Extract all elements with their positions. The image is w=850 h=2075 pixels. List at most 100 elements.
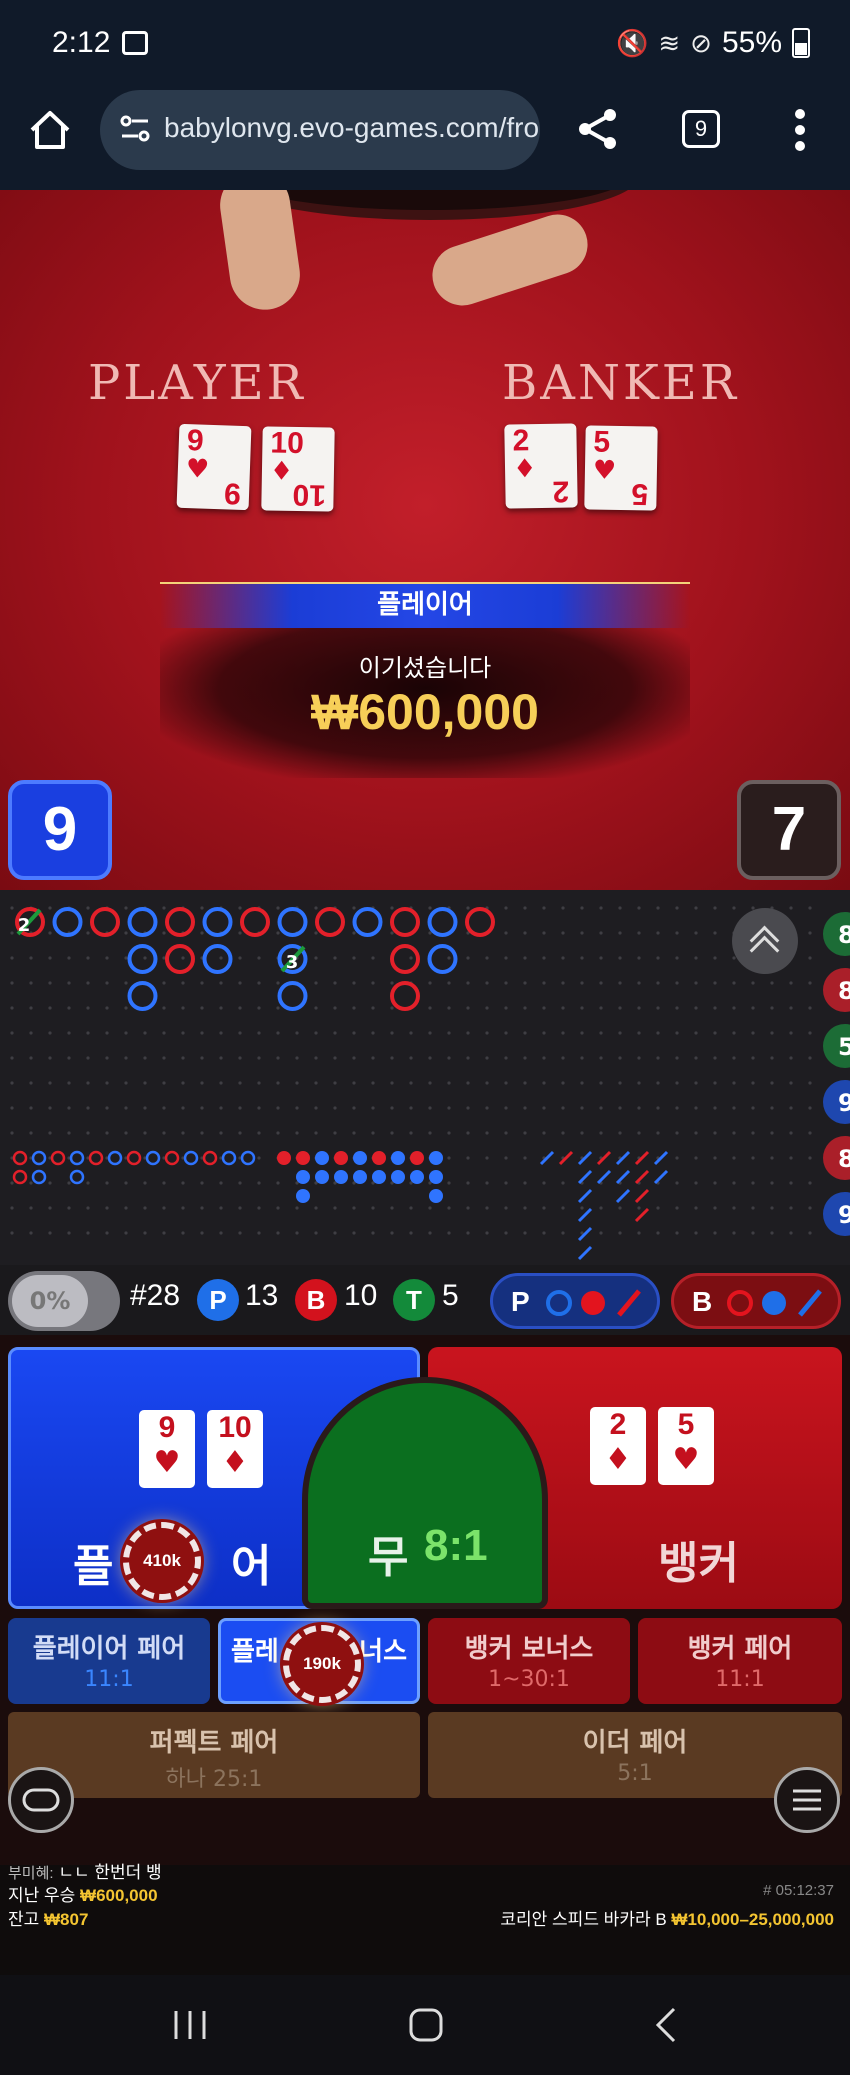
grid-dot [694,981,698,985]
player-pair-bet[interactable]: 플레이어 페어 11:1 [8,1618,210,1704]
tie-bet-spot[interactable]: 무 8:1 [302,1377,548,1609]
grid-dot [428,1031,432,1035]
grid-dot [371,1056,375,1060]
grid-dot [10,931,14,935]
grid-dot [124,1056,128,1060]
grid-dot [713,931,717,935]
player-bet-chip[interactable]: 410k [123,1522,201,1600]
grid-dot [675,931,679,935]
grid-dot [751,1031,755,1035]
grid-dot [637,1206,641,1210]
grid-dot [447,1206,451,1210]
big-road-mark [427,944,458,974]
percent-toggle[interactable]: 0% [8,1271,120,1331]
player-score: 9 [8,780,112,880]
grid-dot [770,1231,774,1235]
grid-dot [808,1206,812,1210]
small-road-mark [12,1169,28,1185]
grid-dot [333,1206,337,1210]
grid-dot [542,1131,546,1135]
grid-dot [713,1031,717,1035]
grid-dot [466,981,470,985]
grid-dot [523,956,527,960]
roadmap-scoreboard[interactable]: 2 3 8 8 5 9 8 9 [0,890,850,1265]
recent-apps-icon[interactable] [174,2011,206,2039]
grid-dot [10,1081,14,1085]
grid-dot [200,1181,204,1185]
grid-dot [599,931,603,935]
grid-dot [637,1006,641,1010]
grid-dot [29,1131,33,1135]
banker-bonus-bet[interactable]: 뱅커 보너스 1~30:1 [428,1618,630,1704]
home-icon[interactable] [28,108,72,152]
grid-dot [276,1006,280,1010]
grid-dot [485,1081,489,1085]
back-nav-icon[interactable] [655,2007,676,2043]
grid-dot [124,906,128,910]
grid-dot [618,1206,622,1210]
home-nav-icon[interactable] [409,2008,443,2042]
grid-dot [143,1081,147,1085]
banker-pair-bet[interactable]: 뱅커 페어 11:1 [638,1618,842,1704]
grid-dot [789,1131,793,1135]
grid-dot [371,981,375,985]
win-message: 이기셨습니다 [358,654,492,682]
share-icon[interactable] [575,106,621,152]
banker-predict-button[interactable]: B [671,1273,841,1329]
grid-dot [390,1131,394,1135]
grid-dot [409,1081,413,1085]
grid-dot [732,1031,736,1035]
grid-dot [561,1206,565,1210]
grid-dot [732,1106,736,1110]
grid-dot [789,981,793,985]
small-road-mark [202,1150,218,1166]
cockroach-road-mark [596,1169,612,1185]
grid-dot [67,1056,71,1060]
grid-dot [105,1106,109,1110]
menu-button[interactable] [774,1767,840,1833]
player-bonus-bet[interactable]: 플레 너스 190k [218,1618,420,1704]
tab-switcher-button[interactable]: 9 [682,110,720,148]
grid-dot [29,1031,33,1035]
cockroach-road-mark [634,1169,650,1185]
chat-button[interactable] [8,1767,74,1833]
grid-dot [181,1081,185,1085]
player-predict-button[interactable]: P [490,1273,660,1329]
grid-dot [675,1231,679,1235]
grid-dot [295,1131,299,1135]
grid-dot [162,906,166,910]
grid-dot [143,1231,147,1235]
grid-dot [599,1106,603,1110]
grid-dot [48,981,52,985]
grid-dot [238,1031,242,1035]
grid-dot [105,981,109,985]
grid-dot [656,1006,660,1010]
grid-dot [238,1006,242,1010]
grid-dot [447,1031,451,1035]
side-stat-label: 8 [838,977,850,1005]
grid-dot [86,906,90,910]
grid-dot [485,1231,489,1235]
bead-plate-mark [296,1151,310,1165]
player-predict-icons [546,1289,641,1317]
grid-dot [200,1231,204,1235]
grid-dot [276,1206,280,1210]
player-bonus-chip[interactable]: 190k [283,1625,361,1703]
grid-dot [808,931,812,935]
grid-dot [713,1231,717,1235]
balance-value: ₩807 [44,1910,89,1929]
url-bar[interactable]: babylonvg.evo-games.com/fro [100,90,540,170]
collapse-roadmap-button[interactable] [732,908,798,974]
grid-dot [352,1006,356,1010]
grid-dot [713,1156,717,1160]
grid-dot [504,956,508,960]
more-options-icon[interactable] [794,108,806,152]
banker-count-badge: B [295,1279,337,1321]
site-settings-icon[interactable] [118,112,152,146]
grid-dot [219,1231,223,1235]
grid-dot [314,1081,318,1085]
grid-dot [580,1006,584,1010]
grid-dot [124,1106,128,1110]
small-road-mark [69,1169,85,1185]
grid-dot [409,956,413,960]
